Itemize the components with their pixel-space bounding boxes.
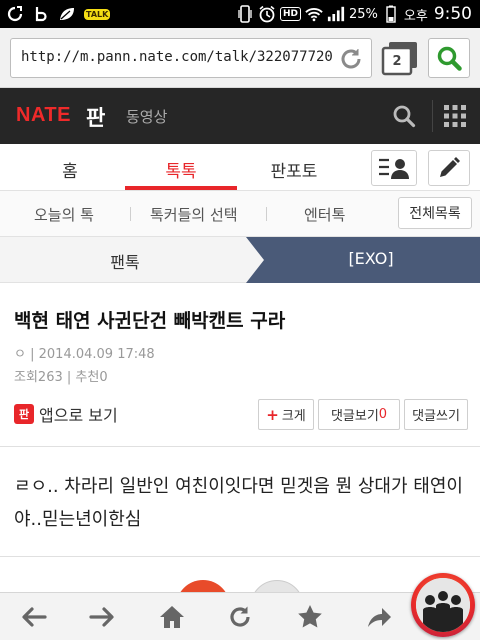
- breadcrumb-section[interactable]: 팬톡: [0, 249, 250, 273]
- site-header: NATE 판 동영상: [0, 88, 480, 144]
- status-bar: TALK HD 25% 오후 9:50: [0, 0, 480, 28]
- article-meta: ㅇ | 2014.04.09 17:48: [14, 343, 155, 362]
- wifi-icon: [305, 5, 323, 23]
- kakaotalk-icon: TALK: [84, 8, 111, 20]
- subtab-tokker-choice[interactable]: 톡커들의 선택: [150, 204, 238, 225]
- star-icon[interactable]: [296, 603, 324, 631]
- view-comments-label: 댓글보기: [330, 409, 379, 424]
- hd-voice-icon: HD: [279, 7, 301, 21]
- article-title: 백현 태연 사귄단건 빼박캔트 구라: [14, 310, 286, 332]
- write-button[interactable]: [428, 150, 470, 186]
- large-text-button[interactable]: + 크게: [258, 399, 314, 430]
- my-list-button[interactable]: [371, 150, 417, 186]
- tabs-button[interactable]: 2: [380, 40, 420, 78]
- article-body: ㄹㅇ.. 차라리 일반인 여친이잇다면 믿겟음 뭔 상대가 태연이야..믿는년이…: [14, 476, 463, 530]
- subtab-today[interactable]: 오늘의 톡: [34, 204, 94, 225]
- grid-icon[interactable]: [444, 105, 466, 127]
- plus-icon: +: [266, 405, 279, 424]
- avatar: [416, 578, 470, 632]
- address-bar[interactable]: http://m.pann.nate.com/talk/322077720: [10, 38, 372, 78]
- browser-toolbar: http://m.pann.nate.com/talk/322077720 2: [0, 28, 480, 88]
- sync-icon: [6, 5, 24, 23]
- author-name[interactable]: ㅇ: [14, 347, 26, 362]
- reload-icon[interactable]: [337, 45, 365, 73]
- app-view-label: 앱으로 보기: [39, 406, 118, 425]
- alarm-icon: [258, 5, 276, 23]
- large-text-label: 크게: [281, 409, 306, 424]
- breadcrumb: 팬톡 [EXO]: [0, 237, 480, 283]
- subtab-divider: [266, 207, 267, 221]
- user-list-icon: [379, 158, 409, 179]
- browser-search-button[interactable]: [428, 38, 470, 78]
- subtab-divider: [130, 207, 131, 221]
- reload-icon[interactable]: [226, 603, 254, 631]
- breadcrumb-category[interactable]: [EXO]: [262, 249, 480, 268]
- tab-count: 2: [392, 53, 402, 69]
- url-text[interactable]: http://m.pann.nate.com/talk/322077720: [21, 49, 339, 69]
- system-status: HD 25% 오후 9:50: [236, 4, 472, 24]
- recommend-count: 0: [99, 370, 108, 385]
- tab-pannphoto[interactable]: 판포토: [254, 157, 334, 182]
- views-count: 263: [37, 370, 63, 385]
- signal-icon: [327, 5, 345, 23]
- view-comments-button[interactable]: 댓글보기 0: [318, 399, 400, 430]
- article-stats: 조회263 | 추천0: [14, 366, 108, 385]
- vibrate-icon: [236, 5, 254, 23]
- nate-logo[interactable]: NATE: [16, 104, 71, 127]
- home-icon[interactable]: [158, 603, 186, 631]
- pann-link[interactable]: 판: [86, 102, 105, 132]
- leaf-icon: [58, 5, 76, 23]
- pann-app-icon: 판: [14, 404, 34, 424]
- write-comment-button[interactable]: 댓글쓰기: [404, 399, 468, 430]
- pencil-icon: [440, 157, 460, 177]
- battery-percent: 25%: [348, 6, 378, 22]
- subtab-entertalk[interactable]: 엔터톡: [304, 204, 345, 225]
- post-date: 2014.04.09 17:48: [38, 347, 155, 362]
- views-label: 조회: [14, 370, 38, 385]
- b-icon: [32, 5, 50, 23]
- am-pm: 오후: [403, 8, 428, 24]
- back-icon[interactable]: [20, 603, 48, 631]
- comments-count: 0: [378, 407, 388, 422]
- main-tabs: 홈 톡톡 판포토: [0, 144, 480, 191]
- share-icon[interactable]: [364, 603, 392, 631]
- active-tab-indicator: [125, 186, 237, 190]
- search-icon: [437, 46, 462, 71]
- content-divider: [0, 446, 480, 447]
- sub-tabs: 오늘의 톡 톡커들의 선택 엔터톡 전체목록: [0, 191, 480, 237]
- notification-icons: TALK: [6, 4, 111, 24]
- browser-bottom-nav: [0, 592, 480, 640]
- tab-toktok[interactable]: 톡톡: [125, 157, 237, 182]
- floating-avatar-button[interactable]: [411, 573, 475, 637]
- all-list-button[interactable]: 전체목록: [398, 197, 472, 229]
- tab-home[interactable]: 홈: [40, 157, 100, 182]
- content-divider: [0, 556, 480, 557]
- app-view-link[interactable]: 판 앱으로 보기: [14, 402, 118, 426]
- header-search-icon[interactable]: [392, 104, 416, 128]
- clock: 9:50: [433, 4, 472, 24]
- header-divider: [432, 100, 433, 132]
- forward-icon[interactable]: [88, 603, 116, 631]
- battery-icon: [382, 5, 400, 23]
- video-link[interactable]: 동영상: [126, 106, 167, 127]
- meta-separator: |: [30, 347, 39, 362]
- recommend-label: 추천: [75, 370, 100, 385]
